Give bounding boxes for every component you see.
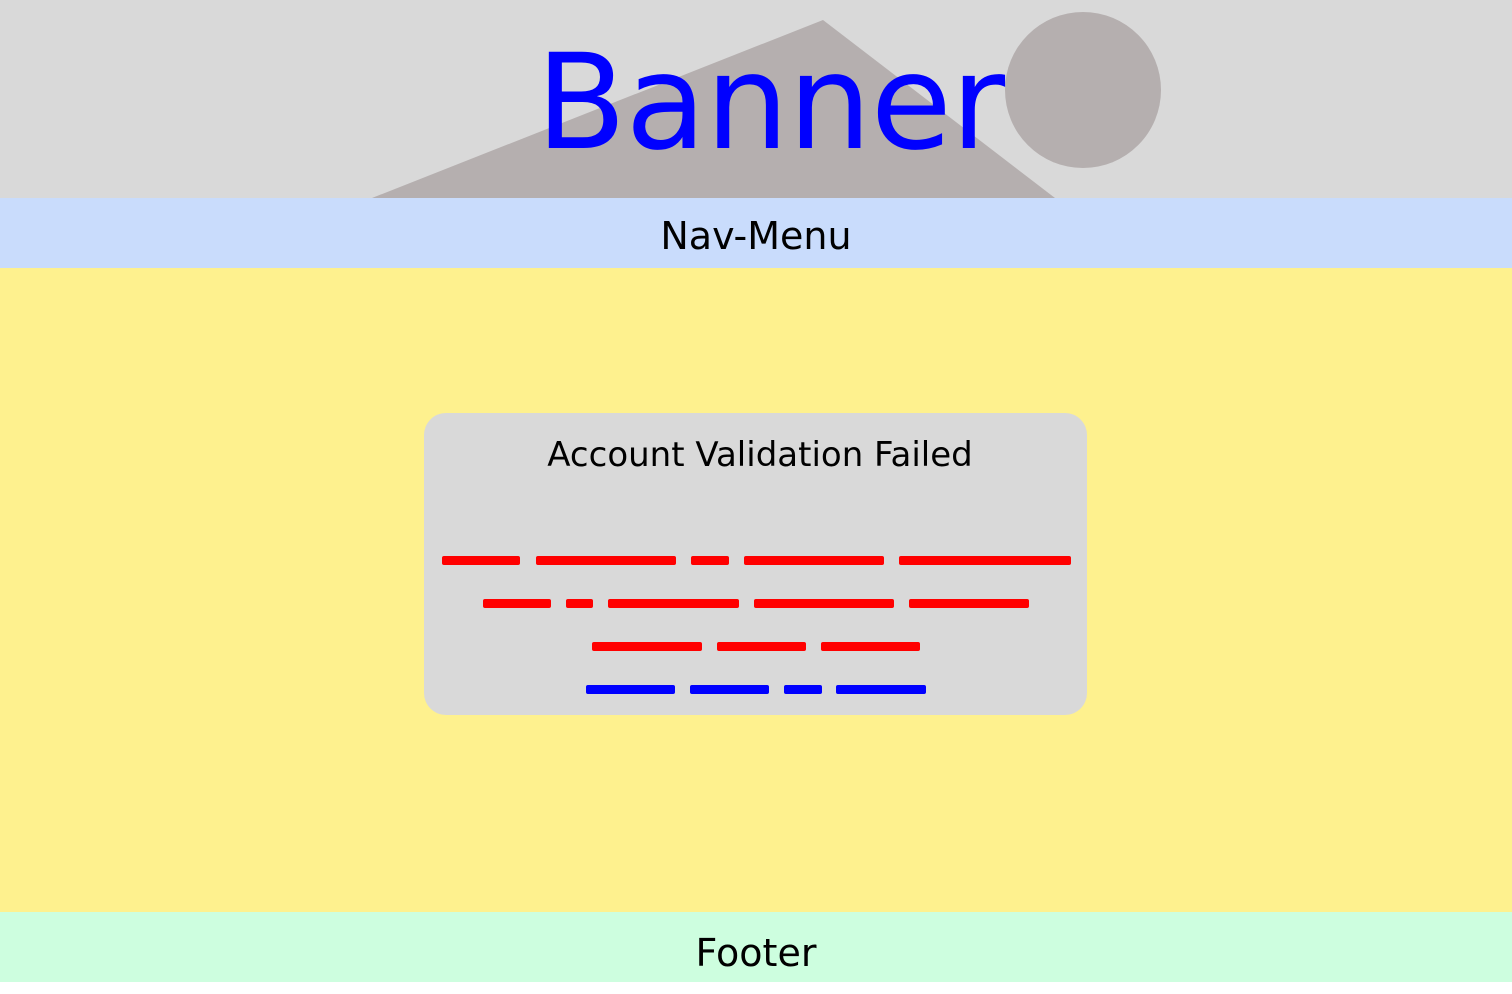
placeholder-word bbox=[608, 599, 739, 608]
placeholder-word bbox=[442, 556, 520, 565]
message-line-2 bbox=[483, 599, 1029, 608]
banner: Banner bbox=[0, 0, 1512, 198]
placeholder-word bbox=[717, 642, 806, 651]
placeholder-word bbox=[483, 599, 551, 608]
nav-menu[interactable]: Nav-Menu bbox=[0, 198, 1512, 268]
placeholder-word bbox=[536, 556, 676, 565]
placeholder-word bbox=[909, 599, 1029, 608]
placeholder-word bbox=[821, 642, 920, 651]
placeholder-word bbox=[690, 685, 769, 694]
message-line-3 bbox=[592, 642, 920, 651]
error-dialog: Account Validation Failed bbox=[424, 413, 1087, 715]
message-line-1 bbox=[442, 556, 1071, 565]
placeholder-word bbox=[586, 685, 675, 694]
placeholder-word bbox=[899, 556, 1071, 565]
dialog-message-placeholder bbox=[442, 556, 1071, 694]
placeholder-word bbox=[836, 685, 926, 694]
main-content: Account Validation Failed bbox=[0, 268, 1512, 912]
placeholder-word bbox=[754, 599, 894, 608]
footer: Footer bbox=[0, 912, 1512, 982]
nav-menu-label: Nav-Menu bbox=[660, 214, 852, 258]
placeholder-word bbox=[592, 642, 702, 651]
banner-title: Banner bbox=[535, 26, 1005, 180]
placeholder-word bbox=[566, 599, 593, 608]
placeholder-word bbox=[784, 685, 822, 694]
message-line-4-link[interactable] bbox=[586, 685, 926, 694]
placeholder-word bbox=[744, 556, 884, 565]
placeholder-word bbox=[691, 556, 729, 565]
